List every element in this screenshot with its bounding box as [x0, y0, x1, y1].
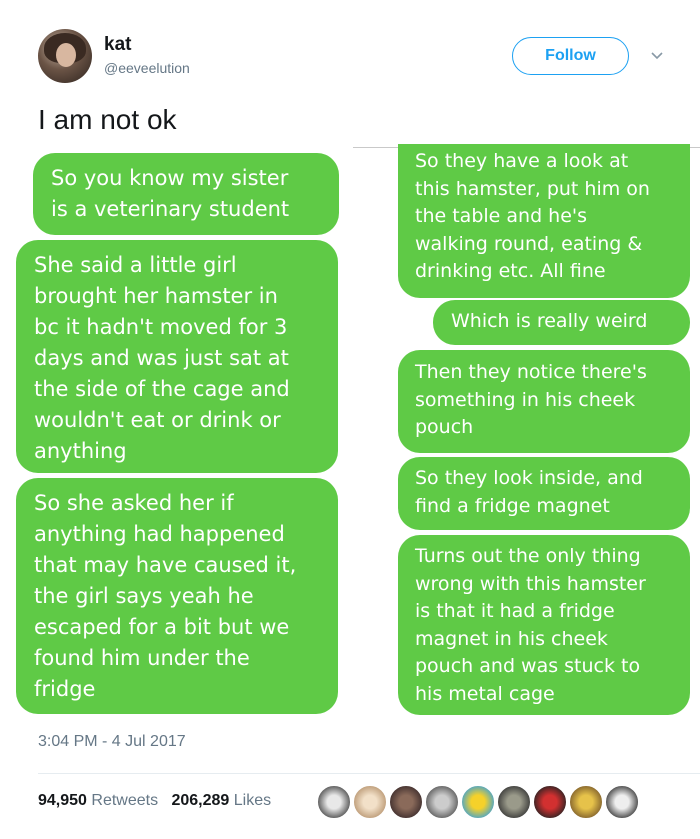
- liker-avatar[interactable]: [496, 784, 532, 820]
- tweet-timestamp[interactable]: 3:04 PM - 4 Jul 2017: [38, 733, 186, 751]
- liker-avatar[interactable]: [316, 784, 352, 820]
- message-bubble: Then they notice there's something in hi…: [398, 350, 690, 453]
- liker-avatar[interactable]: [604, 784, 640, 820]
- message-text: So they have a look at this hamster, put…: [415, 150, 650, 283]
- message-bubble: Which is really weird: [433, 300, 690, 345]
- tweet-text: I am not ok: [38, 104, 177, 135]
- message-bubble: So they look inside, and find a fridge m…: [398, 457, 690, 530]
- retweets-count[interactable]: 94,950: [38, 792, 87, 809]
- user-handle[interactable]: @eeveelution: [104, 60, 190, 76]
- message-text: Turns out the only thing wrong with this…: [415, 545, 646, 705]
- message-text: So you know my sister is a veterinary st…: [51, 166, 290, 221]
- message-bubble: She said a little girl brought her hamst…: [16, 240, 338, 473]
- avatar-face: [56, 43, 76, 67]
- likes-label[interactable]: Likes: [234, 792, 271, 809]
- message-bubble: So you know my sister is a veterinary st…: [33, 153, 339, 235]
- liker-avatar[interactable]: [532, 784, 568, 820]
- liker-avatar[interactable]: [568, 784, 604, 820]
- follow-button[interactable]: Follow: [512, 37, 629, 75]
- liker-avatar[interactable]: [352, 784, 388, 820]
- liker-avatar[interactable]: [460, 784, 496, 820]
- message-bubble: So they have a look at this hamster, put…: [398, 144, 690, 298]
- message-text: So she asked her if anything had happene…: [34, 491, 297, 701]
- likers-avatars: [316, 784, 700, 824]
- likes-count[interactable]: 206,289: [171, 792, 229, 809]
- message-text: So they look inside, and find a fridge m…: [415, 467, 643, 517]
- message-text: Then they notice there's something in hi…: [415, 361, 647, 439]
- message-bubble: So she asked her if anything had happene…: [16, 478, 338, 714]
- message-text: Which is really weird: [451, 310, 648, 332]
- avatar[interactable]: [38, 29, 92, 83]
- retweets-label[interactable]: Retweets: [91, 792, 158, 809]
- user-name[interactable]: kat: [104, 34, 131, 56]
- message-bubble: Turns out the only thing wrong with this…: [398, 535, 690, 715]
- tweet-stats: 94,950 Retweets 206,289 Likes: [38, 792, 271, 810]
- divider: [38, 773, 700, 774]
- chevron-down-icon[interactable]: [648, 47, 666, 65]
- message-text: She said a little girl brought her hamst…: [34, 253, 290, 463]
- liker-avatar[interactable]: [424, 784, 460, 820]
- liker-avatar[interactable]: [388, 784, 424, 820]
